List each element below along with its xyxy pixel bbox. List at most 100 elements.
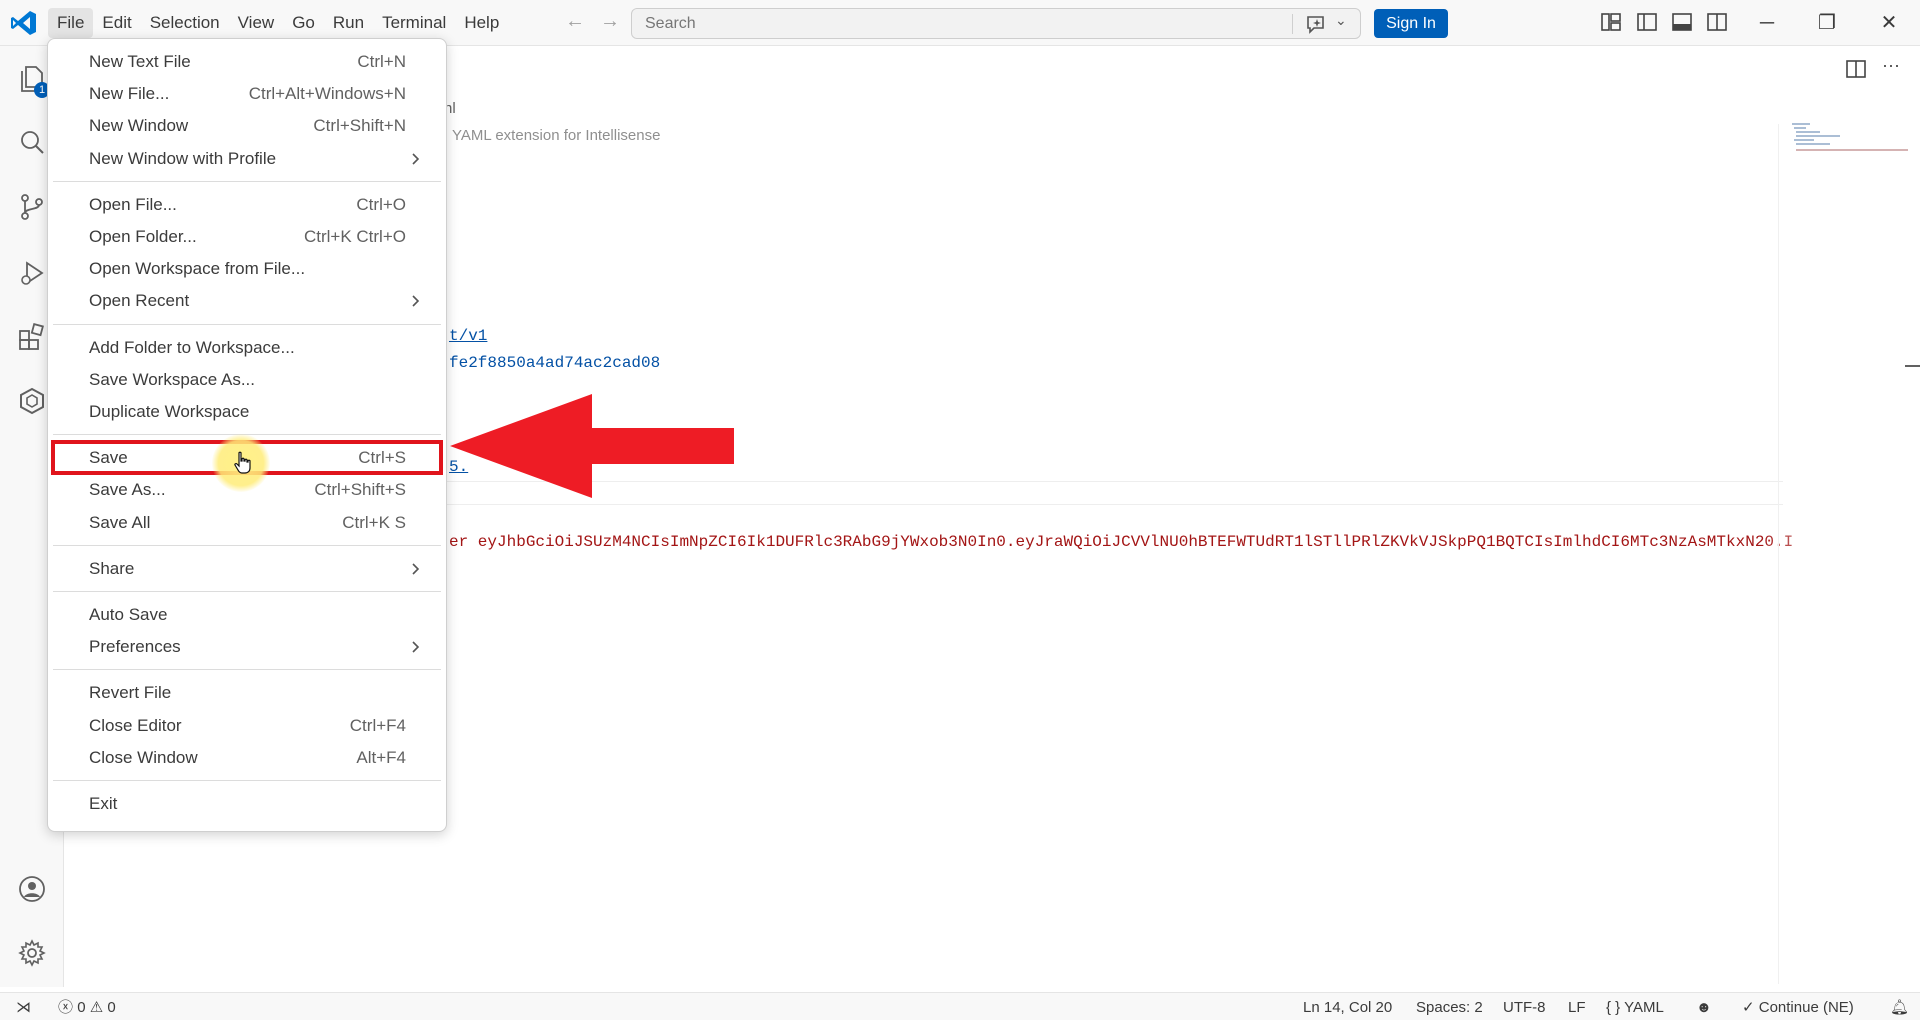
overflow-fade: [1760, 530, 1920, 554]
copilot-icon[interactable]: ☻: [1696, 998, 1712, 1018]
chevron-right-icon: [412, 295, 420, 307]
minimap[interactable]: [1790, 122, 1910, 158]
encoding-status[interactable]: UTF-8: [1503, 998, 1546, 1018]
menu-item-label: Revert File: [89, 683, 172, 703]
customize-layout-icon[interactable]: [1600, 11, 1622, 33]
menu-edit[interactable]: Edit: [93, 8, 140, 38]
menu-item-label: Add Folder to Workspace...: [89, 337, 295, 357]
menu-item-label: Share: [89, 558, 135, 578]
sign-in-button[interactable]: Sign In: [1374, 9, 1448, 38]
menu-item-duplicate-workspace[interactable]: Duplicate Workspace: [53, 396, 441, 427]
menu-item-label: Save Workspace As...: [89, 369, 255, 389]
vscode-logo-icon[interactable]: [10, 9, 38, 37]
menu-item-label: New Window: [89, 116, 189, 136]
menu-selection[interactable]: Selection: [141, 8, 229, 38]
menu-separator: [53, 669, 441, 671]
menu-item-share[interactable]: Share: [53, 553, 441, 584]
code-line[interactable]: fe2f8850a4ad74ac2cad08: [449, 354, 660, 372]
remote-explorer-icon[interactable]: [17, 386, 47, 416]
source-control-icon[interactable]: [17, 192, 47, 222]
menu-item-label: Save All: [89, 512, 151, 532]
chevron-right-icon: [412, 563, 420, 575]
warning-count: 0: [107, 999, 116, 1016]
chat-sparkle-icon[interactable]: [1305, 13, 1327, 35]
braces-icon: { }: [1606, 999, 1621, 1016]
menu-item-new-text-file[interactable]: New Text File Ctrl+N: [53, 46, 441, 77]
language-label: YAML: [1624, 999, 1664, 1016]
menu-bar: File Edit Selection View Go Run Terminal Help: [48, 8, 508, 38]
menu-item-label: New Text File: [89, 52, 191, 71]
menu-item-label: Auto Save: [89, 605, 168, 624]
menu-item-close-window[interactable]: Close Window Alt+F4: [53, 742, 441, 773]
menu-item-label: Save As...: [89, 480, 166, 500]
menu-item-revert-file[interactable]: Revert File: [53, 677, 441, 708]
toggle-panel-icon[interactable]: [1671, 11, 1693, 33]
menu-item-save-all[interactable]: Save All Ctrl+K S: [53, 507, 441, 538]
notifications-bell-icon[interactable]: 🔔︎: [1890, 998, 1909, 1018]
minimize-window-button[interactable]: ─: [1752, 8, 1782, 38]
menu-item-label: Open File...: [89, 194, 177, 214]
menu-item-preferences[interactable]: Preferences: [53, 631, 441, 662]
menu-item-add-folder-to-workspace[interactable]: Add Folder to Workspace...: [53, 332, 441, 363]
menu-terminal[interactable]: Terminal: [373, 8, 455, 38]
more-actions-icon[interactable]: ···: [1882, 56, 1904, 80]
search-input[interactable]: [632, 9, 1272, 38]
gear-icon[interactable]: [17, 938, 47, 968]
menu-item-shortcut: Ctrl+O: [356, 194, 406, 214]
command-center-search[interactable]: ⌄: [631, 8, 1361, 39]
accounts-icon[interactable]: [17, 874, 47, 904]
indentation-status[interactable]: Spaces: 2: [1416, 998, 1483, 1018]
back-arrow-icon[interactable]: ←: [565, 10, 585, 33]
menu-item-shortcut: Ctrl+K S: [342, 512, 406, 532]
eol-status[interactable]: LF: [1568, 998, 1586, 1018]
menu-help[interactable]: Help: [455, 8, 508, 38]
chevron-right-icon: [412, 641, 420, 653]
menu-item-auto-save[interactable]: Auto Save: [53, 599, 441, 630]
restore-window-button[interactable]: ❐: [1812, 8, 1842, 38]
menu-item-open-recent[interactable]: Open Recent: [53, 285, 441, 316]
menu-file[interactable]: File: [48, 8, 94, 38]
menu-item-new-window[interactable]: New Window Ctrl+Shift+N: [53, 110, 441, 141]
menu-item-shortcut: Ctrl+Alt+Windows+N: [248, 84, 406, 104]
menu-item-label: Open Recent: [89, 291, 190, 311]
menu-item-label: Exit: [89, 794, 118, 813]
menu-item-exit[interactable]: Exit: [53, 788, 441, 819]
search-icon[interactable]: [17, 128, 47, 158]
menu-item-new-file[interactable]: New File... Ctrl+Alt+Windows+N: [53, 78, 441, 109]
menu-item-open-folder[interactable]: Open Folder... Ctrl+K Ctrl+O: [53, 221, 441, 252]
forward-arrow-icon[interactable]: →: [600, 10, 620, 33]
menu-item-save-workspace-as[interactable]: Save Workspace As...: [53, 364, 441, 395]
menu-run[interactable]: Run: [324, 8, 373, 38]
language-mode[interactable]: { } YAML: [1606, 998, 1664, 1018]
menu-separator: [53, 323, 441, 325]
code-line[interactable]: t/v1: [449, 327, 487, 345]
menu-item-close-editor[interactable]: Close Editor Ctrl+F4: [53, 710, 441, 741]
chevron-right-icon: [412, 153, 420, 165]
menu-item-label: Open Workspace from File...: [89, 259, 306, 279]
code-line[interactable]: er eyJhbGciOiJSUzM4NCIsImNpZCI6Ik1DUFRlc…: [449, 533, 1793, 551]
chevron-down-icon[interactable]: ⌄: [1335, 12, 1347, 29]
menu-item-open-file[interactable]: Open File... Ctrl+O: [53, 189, 441, 220]
editor-vertical-ruler: [1778, 124, 1779, 984]
split-editor-icon[interactable]: [1845, 58, 1867, 80]
menu-view[interactable]: View: [229, 8, 284, 38]
menu-item-open-workspace-from-file[interactable]: Open Workspace from File...: [53, 253, 441, 284]
toggle-secondary-sidebar-icon[interactable]: [1706, 11, 1728, 33]
close-window-button[interactable]: ✕: [1874, 8, 1904, 38]
extensions-icon[interactable]: [17, 322, 47, 352]
cursor-position[interactable]: Ln 14, Col 20: [1303, 998, 1392, 1018]
run-debug-icon[interactable]: [17, 258, 47, 288]
menu-item-label: Preferences: [89, 637, 181, 657]
status-bar: ⋊ ⓧ 0 ⚠ 0 Ln 14, Col 20 Spaces: 2 UTF-8 …: [0, 992, 1920, 1020]
hand-pointer-icon: [234, 451, 251, 474]
red-arrow-annotation: [450, 394, 734, 498]
menu-separator: [53, 591, 441, 592]
menu-go[interactable]: Go: [283, 8, 324, 38]
menu-item-new-window-with-profile[interactable]: New Window with Profile: [53, 143, 441, 174]
problems-indicator[interactable]: ⓧ 0 ⚠ 0: [58, 998, 116, 1018]
toggle-primary-sidebar-icon[interactable]: [1636, 11, 1658, 33]
menu-item-shortcut: Ctrl+N: [357, 52, 406, 71]
remote-indicator-icon[interactable]: ⋊: [16, 998, 31, 1018]
menu-item-shortcut: Alt+F4: [356, 747, 406, 767]
continue-status[interactable]: ✓ Continue (NE): [1742, 998, 1854, 1018]
